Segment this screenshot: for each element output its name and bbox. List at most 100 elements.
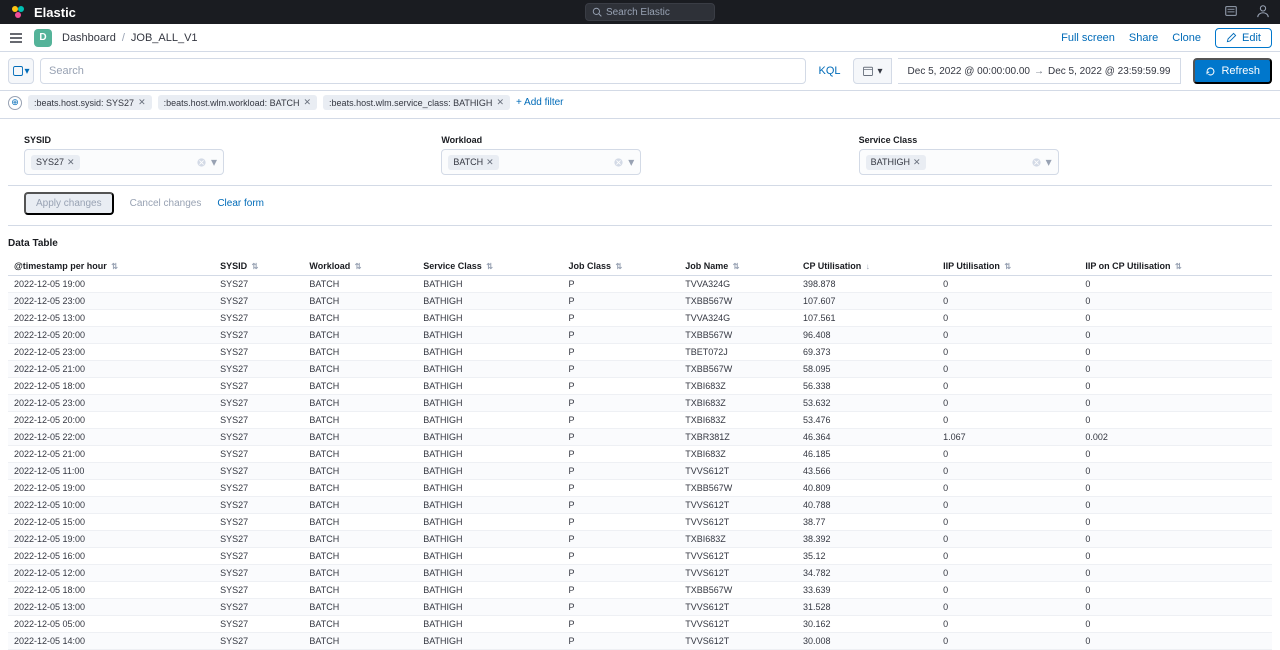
table-cell: BATHIGH (417, 514, 562, 531)
table-cell: 0 (937, 497, 1079, 514)
table-cell: P (562, 446, 679, 463)
filter-settings-icon[interactable]: ⊕ (8, 96, 22, 110)
table-cell: TBET072J (679, 344, 797, 361)
sort-icon: ⇅ (616, 262, 623, 271)
table-cell: SYS27 (214, 276, 303, 293)
chevron-down-icon: ▾ (628, 155, 634, 169)
table-cell: SYS27 (214, 565, 303, 582)
close-icon[interactable]: ✕ (486, 157, 494, 168)
table-cell: TVVS612T (679, 565, 797, 582)
table-cell: TVVA324G (679, 310, 797, 327)
table-cell: 2022-12-05 12:00 (8, 565, 214, 582)
table-cell: 0 (937, 514, 1079, 531)
close-icon[interactable]: ✕ (138, 97, 146, 108)
controls-panel: SYSIDSYS27 ✕▾WorkloadBATCH ✕▾Service Cla… (8, 125, 1272, 186)
space-badge[interactable]: D (34, 29, 52, 47)
table-cell: SYS27 (214, 599, 303, 616)
table-cell: BATCH (303, 446, 417, 463)
filter-pill[interactable]: :beats.host.sysid: SYS27✕ (28, 95, 152, 110)
column-header[interactable]: CP Utilisation ↓ (797, 257, 937, 276)
refresh-icon (1205, 66, 1216, 77)
column-header[interactable]: IIP Utilisation ⇅ (937, 257, 1079, 276)
table-cell: 53.632 (797, 395, 937, 412)
column-header[interactable]: IIP on CP Utilisation ⇅ (1079, 257, 1272, 276)
close-icon[interactable]: ✕ (913, 157, 921, 168)
filter-bar: ⊕ :beats.host.sysid: SYS27✕ :beats.host.w… (0, 91, 1280, 119)
breadcrumb-dashboard[interactable]: Dashboard (62, 32, 116, 44)
apply-changes-button[interactable]: Apply changes (24, 192, 114, 215)
select-tag[interactable]: BATHIGH ✕ (866, 155, 926, 170)
news-icon[interactable] (1224, 4, 1238, 21)
table-cell: 0 (937, 633, 1079, 650)
breadcrumb-separator: / (122, 32, 125, 44)
table-cell: 56.338 (797, 378, 937, 395)
control-select[interactable]: BATHIGH ✕▾ (859, 149, 1059, 175)
clear-form-link[interactable]: Clear form (217, 198, 264, 209)
column-header[interactable]: SYSID ⇅ (214, 257, 303, 276)
share-link[interactable]: Share (1129, 32, 1158, 44)
clear-icon[interactable] (613, 157, 624, 168)
table-cell: TXBI683Z (679, 395, 797, 412)
table-cell: 46.364 (797, 429, 937, 446)
user-avatar-icon[interactable] (1256, 4, 1270, 21)
chevron-down-icon: ▾ (211, 155, 217, 169)
table-cell: SYS27 (214, 633, 303, 650)
clone-link[interactable]: Clone (1172, 32, 1201, 44)
select-tag[interactable]: SYS27 ✕ (31, 155, 80, 170)
table-cell: P (562, 599, 679, 616)
clear-icon[interactable] (1031, 157, 1042, 168)
table-cell: 0 (937, 327, 1079, 344)
add-filter-link[interactable]: + Add filter (516, 97, 564, 108)
table-cell: 31.528 (797, 599, 937, 616)
table-cell: BATHIGH (417, 582, 562, 599)
kql-toggle[interactable]: KQL (812, 65, 846, 77)
close-icon[interactable]: ✕ (304, 97, 312, 108)
sort-icon: ⇅ (1004, 262, 1011, 271)
filter-pill[interactable]: :beats.host.wlm.service_class: BATHIGH✕ (323, 95, 510, 110)
clear-icon[interactable] (196, 157, 207, 168)
search-icon (592, 7, 602, 17)
table-cell: BATHIGH (417, 293, 562, 310)
column-header[interactable]: Job Name ⇅ (679, 257, 797, 276)
date-picker-button[interactable]: ▾ (853, 58, 892, 84)
column-header[interactable]: Service Class ⇅ (417, 257, 562, 276)
table-cell: 0 (937, 548, 1079, 565)
table-row: 2022-12-05 12:00SYS27BATCHBATHIGHPTVVS61… (8, 565, 1272, 582)
table-cell: 2022-12-05 05:00 (8, 616, 214, 633)
menu-icon[interactable] (8, 30, 24, 46)
column-header[interactable]: @timestamp per hour ⇅ (8, 257, 214, 276)
table-row: 2022-12-05 20:00SYS27BATCHBATHIGHPTXBI68… (8, 412, 1272, 429)
table-cell: BATHIGH (417, 310, 562, 327)
table-cell: 0 (937, 599, 1079, 616)
filter-pill[interactable]: :beats.host.wlm.workload: BATCH✕ (158, 95, 317, 110)
table-cell: 2022-12-05 21:00 (8, 446, 214, 463)
control-select[interactable]: BATCH ✕ ▾ (441, 149, 641, 175)
control-select[interactable]: SYS27 ✕ ▾ (24, 149, 224, 175)
edit-button[interactable]: Edit (1215, 28, 1272, 48)
pencil-icon (1226, 32, 1237, 43)
sort-icon: ↓ (866, 262, 870, 271)
table-cell: SYS27 (214, 395, 303, 412)
select-tag[interactable]: BATCH ✕ (448, 155, 498, 170)
brand-name: Elastic (34, 5, 76, 20)
query-input[interactable]: Search (40, 58, 806, 84)
column-header[interactable]: Workload ⇅ (303, 257, 417, 276)
close-icon[interactable]: ✕ (496, 97, 504, 108)
search-options-button[interactable]: ▾ (8, 58, 34, 84)
table-row: 2022-12-05 23:00SYS27BATCHBATHIGHPTXBB56… (8, 293, 1272, 310)
table-row: 2022-12-05 18:00SYS27BATCHBATHIGHPTXBI68… (8, 378, 1272, 395)
table-cell: SYS27 (214, 429, 303, 446)
control-label: SYSID (24, 135, 421, 145)
table-cell: 0 (937, 395, 1079, 412)
close-icon[interactable]: ✕ (67, 157, 75, 168)
global-search[interactable]: Search Elastic (585, 3, 715, 21)
fullscreen-link[interactable]: Full screen (1061, 32, 1115, 44)
refresh-button[interactable]: Refresh (1193, 58, 1272, 84)
control-group: SYSID SYS27 ✕ ▾ (24, 135, 421, 175)
table-cell: SYS27 (214, 480, 303, 497)
column-header[interactable]: Job Class ⇅ (562, 257, 679, 276)
cancel-changes-link[interactable]: Cancel changes (130, 198, 202, 209)
table-cell: 0 (1079, 412, 1272, 429)
table-cell: 35.12 (797, 548, 937, 565)
date-range-display[interactable]: Dec 5, 2022 @ 00:00:00.00 → Dec 5, 2022 … (898, 58, 1182, 84)
